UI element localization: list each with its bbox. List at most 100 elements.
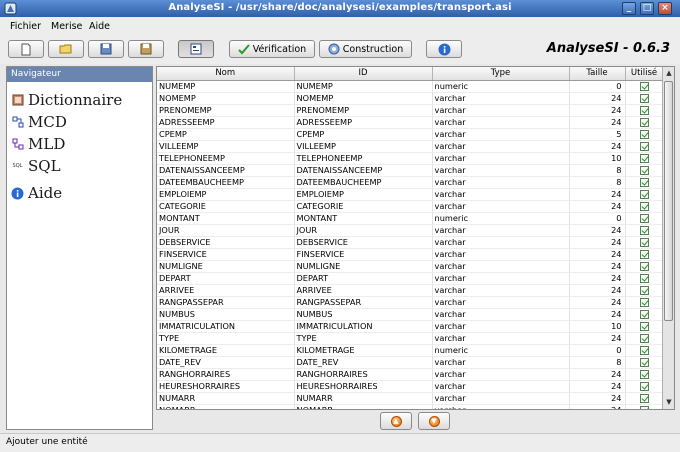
cell-id[interactable]: DEBSERVICE	[294, 236, 433, 249]
used-checkbox[interactable]	[639, 285, 649, 295]
used-checkbox[interactable]	[639, 309, 649, 319]
cell-id[interactable]: RANGHORRAIRES	[294, 368, 433, 381]
cell-nom[interactable]: ADRESSEEMP	[157, 116, 295, 129]
cell-nom[interactable]: RANGHORRAIRES	[157, 368, 295, 381]
cell-taille[interactable]: 24	[569, 368, 626, 381]
column-header-type[interactable]: Type	[432, 67, 570, 81]
used-checkbox[interactable]	[639, 249, 649, 259]
table-row[interactable]: NUMEMP NUMEMP numeric 0	[157, 80, 664, 93]
cell-nom[interactable]: DEPART	[157, 272, 295, 285]
cell-type[interactable]: numeric	[432, 80, 570, 93]
cell-nom[interactable]: NUMLIGNE	[157, 260, 295, 273]
column-header-nom[interactable]: Nom	[157, 67, 295, 81]
cell-taille[interactable]: 24	[569, 224, 626, 237]
cell-nom[interactable]: NOMARR	[157, 404, 295, 409]
cell-nom[interactable]: IMMATRICULATION	[157, 320, 295, 333]
cell-id[interactable]: DEPART	[294, 272, 433, 285]
cell-id[interactable]: DATE_REV	[294, 356, 433, 369]
maximize-button[interactable]: □	[640, 2, 654, 15]
used-checkbox[interactable]	[639, 165, 649, 175]
cell-nom[interactable]: KILOMETRAGE	[157, 344, 295, 357]
cell-taille[interactable]: 5	[569, 128, 626, 141]
cell-utilise[interactable]	[625, 128, 664, 141]
cell-utilise[interactable]	[625, 116, 664, 129]
cell-type[interactable]: varchar	[432, 128, 570, 141]
used-checkbox[interactable]	[639, 297, 649, 307]
cell-nom[interactable]: DATEEMBAUCHEEMP	[157, 176, 295, 189]
cell-taille[interactable]: 8	[569, 176, 626, 189]
cell-utilise[interactable]	[625, 92, 664, 105]
column-header-utilise[interactable]: Utilisé	[625, 67, 664, 81]
cell-id[interactable]: ADRESSEEMP	[294, 116, 433, 129]
cell-taille[interactable]: 0	[569, 212, 626, 225]
cell-type[interactable]: varchar	[432, 164, 570, 177]
nav-item-mld[interactable]: MLD	[11, 135, 65, 153]
cell-nom[interactable]: DATENAISSANCEEMP	[157, 164, 295, 177]
cell-nom[interactable]: TYPE	[157, 332, 295, 345]
cell-utilise[interactable]	[625, 260, 664, 273]
cell-nom[interactable]: ARRIVEE	[157, 284, 295, 297]
cell-type[interactable]: varchar	[432, 176, 570, 189]
table-row[interactable]: DEPART DEPART varchar 24	[157, 272, 664, 285]
cell-taille[interactable]: 24	[569, 248, 626, 261]
move-down-button[interactable]: ▼	[418, 412, 450, 430]
table-row[interactable]: MONTANT MONTANT numeric 0	[157, 212, 664, 225]
cell-taille[interactable]: 24	[569, 404, 626, 409]
table-row[interactable]: PRENOMEMP PRENOMEMP varchar 24	[157, 104, 664, 117]
cell-taille[interactable]: 24	[569, 140, 626, 153]
table-row[interactable]: IMMATRICULATION IMMATRICULATION varchar 10	[157, 320, 664, 333]
used-checkbox[interactable]	[639, 105, 649, 115]
cell-type[interactable]: varchar	[432, 152, 570, 165]
cell-nom[interactable]: CATEGORIE	[157, 200, 295, 213]
cell-nom[interactable]: EMPLOIEMP	[157, 188, 295, 201]
used-checkbox[interactable]	[639, 141, 649, 151]
properties-button[interactable]	[178, 40, 214, 58]
close-button[interactable]: ×	[658, 2, 672, 15]
table-row[interactable]: TELEPHONEEMP TELEPHONEEMP varchar 10	[157, 152, 664, 165]
cell-nom[interactable]: TELEPHONEEMP	[157, 152, 295, 165]
cell-nom[interactable]: PRENOMEMP	[157, 104, 295, 117]
cell-type[interactable]: varchar	[432, 224, 570, 237]
vertical-scrollbar[interactable]: ▲ ▼	[662, 67, 674, 409]
cell-utilise[interactable]	[625, 392, 664, 405]
cell-taille[interactable]: 24	[569, 200, 626, 213]
column-header-taille[interactable]: Taille	[569, 67, 626, 81]
cell-id[interactable]: KILOMETRAGE	[294, 344, 433, 357]
cell-nom[interactable]: NOMEMP	[157, 92, 295, 105]
nav-item-mcd[interactable]: MCD	[11, 113, 67, 131]
table-row[interactable]: ARRIVEE ARRIVEE varchar 24	[157, 284, 664, 297]
used-checkbox[interactable]	[639, 237, 649, 247]
cell-id[interactable]: CATEGORIE	[294, 200, 433, 213]
used-checkbox[interactable]	[639, 81, 649, 91]
nav-item-dictionnaire[interactable]: Dictionnaire	[11, 91, 122, 109]
used-checkbox[interactable]	[639, 117, 649, 127]
cell-nom[interactable]: DEBSERVICE	[157, 236, 295, 249]
used-checkbox[interactable]	[639, 225, 649, 235]
cell-id[interactable]: NOMEMP	[294, 92, 433, 105]
table-row[interactable]: CATEGORIE CATEGORIE varchar 24	[157, 200, 664, 213]
cell-taille[interactable]: 24	[569, 392, 626, 405]
column-header-id[interactable]: ID	[294, 67, 433, 81]
cell-taille[interactable]: 24	[569, 284, 626, 297]
cell-type[interactable]: varchar	[432, 404, 570, 409]
cell-utilise[interactable]	[625, 164, 664, 177]
cell-id[interactable]: IMMATRICULATION	[294, 320, 433, 333]
cell-type[interactable]: varchar	[432, 296, 570, 309]
cell-utilise[interactable]	[625, 380, 664, 393]
cell-type[interactable]: varchar	[432, 92, 570, 105]
nav-item-sql[interactable]: SQL SQL	[11, 157, 61, 175]
cell-type[interactable]: varchar	[432, 332, 570, 345]
table-row[interactable]: EMPLOIEMP EMPLOIEMP varchar 24	[157, 188, 664, 201]
used-checkbox[interactable]	[639, 357, 649, 367]
cell-taille[interactable]: 24	[569, 296, 626, 309]
table-row[interactable]: CPEMP CPEMP varchar 5	[157, 128, 664, 141]
cell-utilise[interactable]	[625, 296, 664, 309]
scrollbar-thumb[interactable]	[664, 81, 673, 321]
open-button[interactable]	[48, 40, 84, 58]
table-row[interactable]: DATENAISSANCEEMP DATENAISSANCEEMP varchar 8	[157, 164, 664, 177]
cell-nom[interactable]: NUMBUS	[157, 308, 295, 321]
cell-nom[interactable]: HEURESHORRAIRES	[157, 380, 295, 393]
used-checkbox[interactable]	[639, 93, 649, 103]
cell-id[interactable]: DATENAISSANCEEMP	[294, 164, 433, 177]
cell-nom[interactable]: VILLEEMP	[157, 140, 295, 153]
